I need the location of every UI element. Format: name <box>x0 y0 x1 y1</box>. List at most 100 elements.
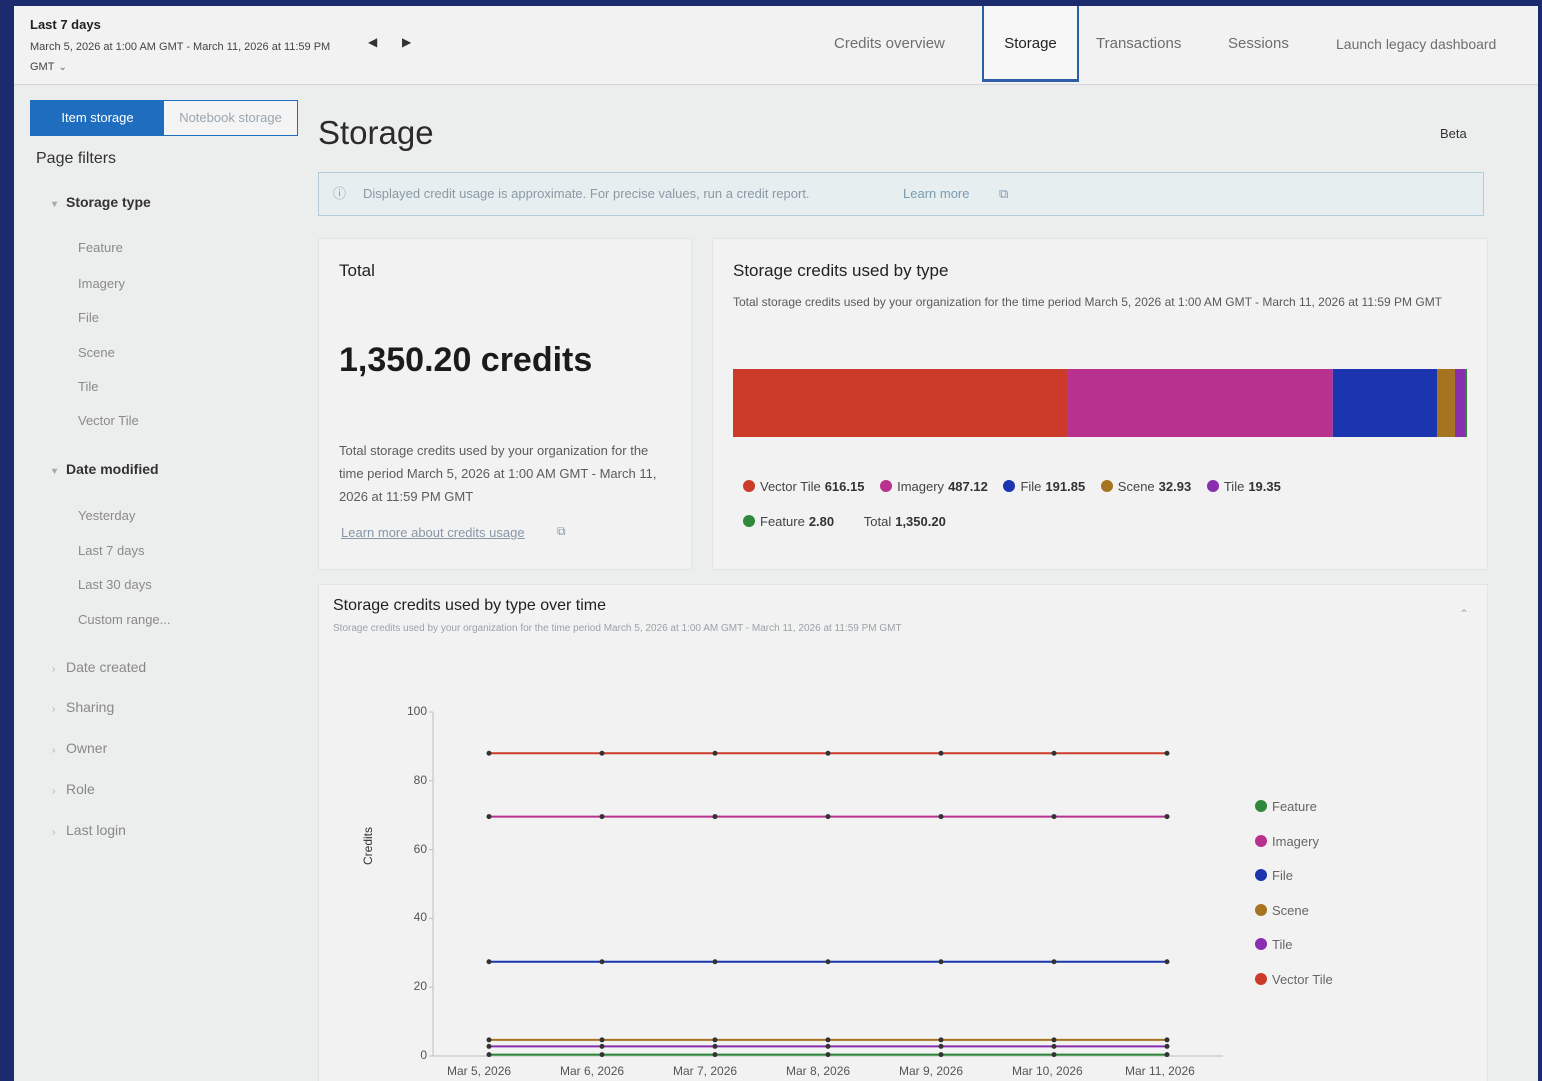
legend-label: Scene <box>1272 902 1309 918</box>
notebook-storage-button[interactable]: Notebook storage <box>164 101 297 135</box>
notice-text: Displayed credit usage is approximate. F… <box>363 186 810 201</box>
filter-group-sharing[interactable]: › Sharing <box>52 699 114 715</box>
data-point-feature[interactable] <box>712 1052 718 1058</box>
top-bar: Last 7 days March 5, 2026 at 1:00 AM GMT… <box>14 6 1538 85</box>
tab-storage[interactable]: Storage <box>982 6 1079 82</box>
tab-transactions[interactable]: Transactions <box>1096 6 1181 82</box>
legend-item-vector-tile[interactable]: Vector Tile <box>1255 972 1333 987</box>
filter-group-label: Last login <box>66 822 126 838</box>
legend-value: 487.12 <box>948 479 988 494</box>
legend-item-scene[interactable]: Scene 32.93 <box>1100 479 1191 494</box>
filter-option-scene[interactable]: Scene <box>78 345 115 360</box>
data-point-feature[interactable] <box>1051 1052 1057 1058</box>
launch-legacy-dashboard-link[interactable]: Launch legacy dashboard <box>1336 6 1496 82</box>
tab-credits-overview[interactable]: Credits overview <box>834 6 945 82</box>
data-point-feature[interactable] <box>599 1052 605 1058</box>
data-point-imagery[interactable] <box>825 814 831 820</box>
next-period-icon[interactable]: ▶ <box>402 35 411 49</box>
legend-item-tile[interactable]: Tile 19.35 <box>1206 479 1281 494</box>
filter-option-feature[interactable]: Feature <box>78 240 123 255</box>
data-point-scene[interactable] <box>938 1037 944 1043</box>
data-point-scene[interactable] <box>599 1037 605 1043</box>
data-point-scene[interactable] <box>1164 1037 1170 1043</box>
bar-segment-file[interactable] <box>1332 369 1438 437</box>
data-point-imagery[interactable] <box>712 814 718 820</box>
legend-label: Vector Tile <box>1272 971 1333 987</box>
bar-segment-vector-tile[interactable] <box>733 369 1068 437</box>
data-point-file[interactable] <box>1164 959 1170 965</box>
data-point-tile[interactable] <box>1051 1043 1057 1049</box>
filter-option-yesterday[interactable]: Yesterday <box>78 508 135 523</box>
filter-group-role[interactable]: › Role <box>52 781 95 797</box>
filter-group-storage-type[interactable]: ▾ Storage type <box>52 194 151 210</box>
data-point-tile[interactable] <box>486 1043 492 1049</box>
data-point-file[interactable] <box>712 959 718 965</box>
data-point-vector-tile[interactable] <box>1051 750 1057 756</box>
legend-item-file[interactable]: File 191.85 <box>1003 479 1085 494</box>
data-point-imagery[interactable] <box>486 814 492 820</box>
legend-item-feature[interactable]: Feature 2.80 <box>743 514 834 529</box>
external-link-icon: ⧉ <box>999 186 1009 201</box>
data-point-tile[interactable] <box>1164 1043 1170 1049</box>
data-point-vector-tile[interactable] <box>938 750 944 756</box>
data-point-file[interactable] <box>486 959 492 965</box>
previous-period-icon[interactable]: ◀ <box>368 35 377 49</box>
data-point-vector-tile[interactable] <box>825 750 831 756</box>
data-point-file[interactable] <box>938 959 944 965</box>
filter-option-vector-tile[interactable]: Vector Tile <box>78 413 139 428</box>
legend-item-feature[interactable]: Feature <box>1255 799 1317 814</box>
filter-group-date-modified[interactable]: ▾ Date modified <box>52 461 159 477</box>
data-point-scene[interactable] <box>486 1037 492 1043</box>
data-point-scene[interactable] <box>712 1037 718 1043</box>
bar-segment-tile[interactable] <box>1454 369 1466 437</box>
legend-item-imagery[interactable]: Imagery 487.12 <box>880 479 988 494</box>
learn-more-credits-link[interactable]: Learn more about credits usage <box>341 525 525 540</box>
notice-learn-more-link[interactable]: Learn more <box>903 173 969 215</box>
legend-item-scene[interactable]: Scene <box>1255 903 1309 918</box>
filter-option-imagery[interactable]: Imagery <box>78 276 125 291</box>
legend-item-imagery[interactable]: Imagery <box>1255 834 1319 849</box>
legend-item-file[interactable]: File <box>1255 868 1293 883</box>
data-point-file[interactable] <box>599 959 605 965</box>
tab-sessions[interactable]: Sessions <box>1228 6 1289 82</box>
filter-group-last-login[interactable]: › Last login <box>52 822 126 838</box>
data-point-feature[interactable] <box>486 1052 492 1058</box>
bar-segment-scene[interactable] <box>1437 369 1455 437</box>
filter-option-last-7-days[interactable]: Last 7 days <box>78 543 145 558</box>
item-storage-button[interactable]: Item storage <box>31 101 164 135</box>
legend-label: Scene <box>1117 479 1155 494</box>
filter-option-file[interactable]: File <box>78 310 99 325</box>
chevron-down-icon[interactable]: ⌄ <box>58 62 66 73</box>
bar-segment-imagery[interactable] <box>1067 369 1333 437</box>
legend-item-tile[interactable]: Tile <box>1255 937 1292 952</box>
data-point-vector-tile[interactable] <box>599 750 605 756</box>
data-point-imagery[interactable] <box>1051 814 1057 820</box>
page-filters-title: Page filters <box>36 150 117 167</box>
legend-item-vector-tile[interactable]: Vector Tile 616.15 <box>743 479 864 494</box>
filter-group-owner[interactable]: › Owner <box>52 740 107 756</box>
data-point-imagery[interactable] <box>938 814 944 820</box>
data-point-tile[interactable] <box>938 1043 944 1049</box>
filter-group-date-created[interactable]: › Date created <box>52 659 146 675</box>
filter-option-tile[interactable]: Tile <box>78 379 98 394</box>
data-point-file[interactable] <box>1051 959 1057 965</box>
data-point-vector-tile[interactable] <box>712 750 718 756</box>
legend-label: Vector Tile <box>760 479 821 494</box>
data-point-feature[interactable] <box>825 1052 831 1058</box>
filter-option-custom-range[interactable]: Custom range... <box>78 612 171 627</box>
data-point-feature[interactable] <box>938 1052 944 1058</box>
data-point-tile[interactable] <box>825 1043 831 1049</box>
data-point-scene[interactable] <box>825 1037 831 1043</box>
bar-segment-feature[interactable] <box>1465 369 1467 437</box>
data-point-tile[interactable] <box>599 1043 605 1049</box>
data-point-feature[interactable] <box>1164 1052 1170 1058</box>
data-point-tile[interactable] <box>712 1043 718 1049</box>
data-point-file[interactable] <box>825 959 831 965</box>
filter-option-last-30-days[interactable]: Last 30 days <box>78 577 152 592</box>
date-range-selector[interactable]: March 5, 2026 at 1:00 AM GMT - March 11,… <box>30 37 340 78</box>
data-point-scene[interactable] <box>1051 1037 1057 1043</box>
data-point-vector-tile[interactable] <box>486 750 492 756</box>
data-point-imagery[interactable] <box>599 814 605 820</box>
data-point-imagery[interactable] <box>1164 814 1170 820</box>
data-point-vector-tile[interactable] <box>1164 750 1170 756</box>
